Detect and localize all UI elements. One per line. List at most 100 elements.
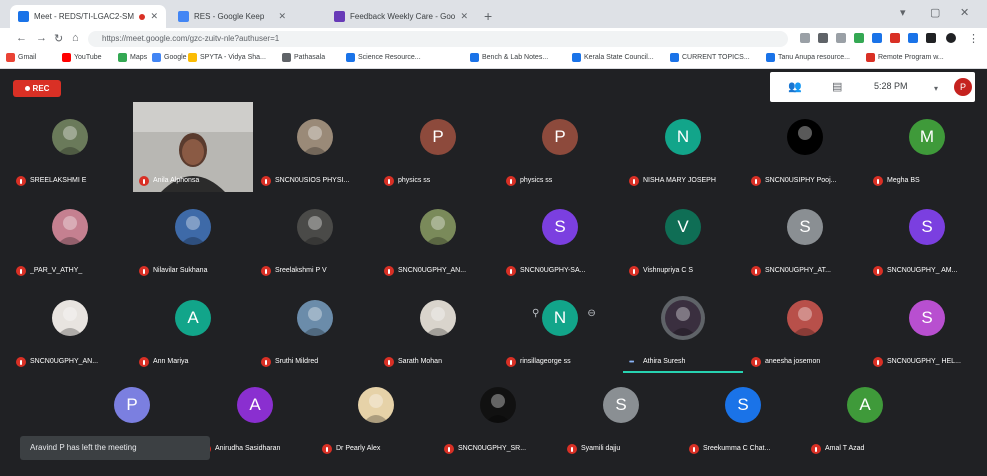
tab-keep[interactable]: RES - Google Keep ✕ xyxy=(170,5,294,28)
mic-off-icon xyxy=(261,357,271,367)
bookmark-item[interactable]: SPYTA - Vidya Sha... xyxy=(188,53,266,62)
participant-name: _PAR_V_ATHY_ xyxy=(30,267,83,274)
participant-tile[interactable]: SNCN0UGPHY_SR... xyxy=(438,370,558,460)
people-icon[interactable]: 👥 xyxy=(788,80,802,93)
tile-hover-controls: ⚲ ⊖ xyxy=(532,308,596,319)
participant-tile[interactable]: Nilavilar Sukhana xyxy=(133,192,253,282)
participant-name: physics ss xyxy=(520,177,553,184)
participant-tile[interactable]: A Amal T Azad xyxy=(805,370,925,460)
bookmark-item[interactable]: CURRENT TOPICS... xyxy=(670,53,750,62)
participant-name: Sreelakshmi P V xyxy=(275,267,327,274)
extension-icon[interactable] xyxy=(890,33,900,43)
avatar-initial: M xyxy=(909,119,945,155)
participant-tile[interactable]: N NISHA MARY JOSEPH xyxy=(623,102,743,192)
gmail-icon xyxy=(6,53,15,62)
bookmark-item[interactable]: Bench & Lab Notes... xyxy=(470,53,548,62)
bookmark-item[interactable]: Gmail xyxy=(6,53,36,62)
participant-tile[interactable]: A Ann Mariya xyxy=(133,283,253,373)
participant-name: Anila Alphonsa xyxy=(153,177,200,184)
avatar-photo xyxy=(358,387,394,423)
participant-tile[interactable]: Dr Pearly Alex xyxy=(316,370,436,460)
extension-icon[interactable] xyxy=(818,33,828,43)
chat-icon[interactable]: ▤ xyxy=(832,80,842,93)
bookmark-item[interactable]: Remote Program w... xyxy=(866,53,944,62)
bookmark-item[interactable]: Tanu Anupa resource... xyxy=(766,53,850,62)
participant-tile[interactable]: S SNCN0UGPHY_AT... xyxy=(745,192,865,282)
participant-tile[interactable]: Anila Alphonsa xyxy=(133,102,253,192)
chevron-down-icon[interactable]: ▾ xyxy=(934,84,938,93)
participant-tile[interactable]: S SNCN0UGPHY-SA... xyxy=(500,192,620,282)
participant-tile[interactable]: _PAR_V_ATHY_ xyxy=(10,192,130,282)
participant-tile[interactable]: Pphysics ss xyxy=(378,102,498,192)
participant-name: SNCN0UGPHY_SR... xyxy=(458,445,527,452)
participant-tile[interactable]: SNCN0UGPHY_AN... xyxy=(10,283,130,373)
participant-tile[interactable]: SNCN0USIPHY Pooj... xyxy=(745,102,865,192)
participant-tile[interactable]: SNCN0USIOS PHYSI... xyxy=(255,102,375,192)
profile-avatar[interactable] xyxy=(946,33,956,43)
mic-off-icon xyxy=(689,444,699,454)
participant-tile[interactable]: Sruthi Mildred xyxy=(255,283,375,373)
participant-tile[interactable]: M Megha BS xyxy=(867,102,987,192)
extension-icon[interactable] xyxy=(872,33,882,43)
mic-off-icon xyxy=(873,266,883,276)
avatar-initial: S xyxy=(542,209,578,245)
tab-forms[interactable]: Feedback Weekly Care - Google ✕ xyxy=(326,5,476,28)
mic-off-icon xyxy=(751,357,761,367)
bookmark-item[interactable]: Google xyxy=(152,53,187,62)
menu-kebab-icon[interactable]: ⋮ xyxy=(968,32,979,45)
participant-tile[interactable]: N ⚲ ⊖ rinsillageorge ss xyxy=(500,283,620,373)
bookmark-item[interactable]: Pathasala xyxy=(282,53,325,62)
participant-tile[interactable]: aneesha josemon xyxy=(745,283,865,373)
bookmark-item[interactable]: Maps xyxy=(118,53,147,62)
home-icon[interactable]: ⌂ xyxy=(72,32,79,44)
participant-name: Amal T Azad xyxy=(825,445,865,452)
extension-icon[interactable] xyxy=(908,33,918,43)
participant-name: Anirudha Sasidharan xyxy=(215,445,281,452)
meet-favicon-icon xyxy=(18,11,29,22)
extensions-puzzle-icon[interactable] xyxy=(926,33,936,43)
restore-icon[interactable]: ▢ xyxy=(930,6,940,19)
mic-off-icon xyxy=(139,266,149,276)
extension-icon[interactable] xyxy=(836,33,846,43)
tab-meet[interactable]: Meet - REDS/TI-LGAC2-SM7 ✕ xyxy=(10,5,166,28)
audio-wave-icon: ••• xyxy=(629,359,634,366)
extension-icon[interactable] xyxy=(800,33,810,43)
back-icon[interactable]: ← xyxy=(16,32,27,44)
participant-name: Dr Pearly Alex xyxy=(336,445,381,452)
participant-tile[interactable]: SNCN0UGPHY_AN... xyxy=(378,192,498,282)
avatar-initial: P xyxy=(542,119,578,155)
close-tab-icon[interactable]: ✕ xyxy=(460,11,468,22)
bookmark-item[interactable]: Kerala State Council... xyxy=(572,53,654,62)
participant-tile[interactable]: SREELAKSHMI E xyxy=(10,102,130,192)
close-tab-icon[interactable]: ✕ xyxy=(278,11,286,22)
participant-tile[interactable]: Sreelakshmi P V xyxy=(255,192,375,282)
forward-icon[interactable]: → xyxy=(36,32,47,44)
more-options-icon[interactable]: ⊖ xyxy=(587,308,595,319)
avatar-photo xyxy=(52,209,88,245)
participant-tile[interactable]: S SNCN0UGPHY_ AM... xyxy=(867,192,987,282)
participant-tile[interactable]: Sarath Mohan xyxy=(378,283,498,373)
recording-badge: REC xyxy=(13,80,61,97)
avatar-photo xyxy=(297,300,333,336)
minimize-icon[interactable]: ▾ xyxy=(900,6,906,19)
participant-tile[interactable]: V Vishnupriya C S xyxy=(623,192,743,282)
reload-icon[interactable]: ↻ xyxy=(54,32,63,45)
participant-name: Athira Suresh xyxy=(643,358,686,365)
pin-icon[interactable]: ⚲ xyxy=(532,308,539,319)
close-tab-icon[interactable]: ✕ xyxy=(150,11,158,22)
participant-tile[interactable]: A Anirudha Sasidharan xyxy=(195,370,315,460)
participant-tile[interactable]: S Syamili dajju xyxy=(561,370,681,460)
avatar[interactable]: P xyxy=(954,78,972,96)
close-window-icon[interactable]: ✕ xyxy=(960,6,969,19)
url-field[interactable]: https://meet.google.com/gzc-zuitv-nle?au… xyxy=(88,31,788,47)
participant-tile[interactable]: ••• Athira Suresh xyxy=(623,283,743,373)
participant-tile[interactable]: Pphysics ss xyxy=(500,102,620,192)
avatar-photo xyxy=(420,300,456,336)
participant-tile[interactable]: S SNCN0UGPHY_ HEL... xyxy=(867,283,987,373)
bookmark-item[interactable]: Science Resource... xyxy=(346,53,421,62)
participant-tile[interactable]: S Sreekumma C Chat... xyxy=(683,370,803,460)
extension-icon[interactable] xyxy=(854,33,864,43)
participant-name: Vishnupriya C S xyxy=(643,267,694,274)
bookmark-item[interactable]: YouTube xyxy=(62,53,102,62)
new-tab-button[interactable]: + xyxy=(484,8,492,24)
